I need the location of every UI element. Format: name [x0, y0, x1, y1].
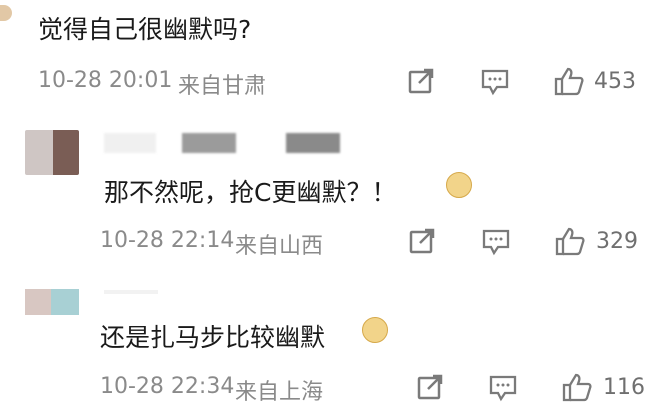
- comment-text: 那不然呢，抢C更幽默？！: [104, 178, 397, 207]
- share-icon[interactable]: [408, 227, 436, 255]
- like-count: 329: [596, 229, 638, 254]
- comment-time: 10-28 20:01: [38, 68, 173, 93]
- comment-time: 10-28 22:14: [100, 228, 235, 253]
- doge-emoji-icon: [446, 172, 472, 198]
- comment-text: 觉得自己很幽默吗?: [38, 15, 252, 44]
- thumbs-up-icon[interactable]: [561, 372, 593, 402]
- comment-location: 来自甘肃: [178, 74, 267, 99]
- comment-icon[interactable]: [488, 373, 518, 403]
- comment-time: 10-28 22:34: [100, 374, 235, 399]
- username-blur: [104, 290, 158, 294]
- like-count: 116: [603, 375, 645, 400]
- comment-location: 来自上海: [235, 380, 324, 405]
- avatar[interactable]: [25, 130, 79, 175]
- comment-icon[interactable]: [481, 227, 511, 257]
- thumbs-up-icon[interactable]: [554, 226, 586, 256]
- doge-emoji-icon: [362, 317, 388, 343]
- share-icon[interactable]: [416, 373, 444, 401]
- comment-text: 还是扎马步比较幽默: [100, 323, 326, 352]
- avatar-fragment: [0, 5, 12, 21]
- comment-location: 来自山西: [235, 234, 324, 259]
- thumbs-up-icon[interactable]: [553, 66, 585, 96]
- share-icon[interactable]: [407, 67, 435, 95]
- username-blur: [104, 133, 156, 153]
- comment-icon[interactable]: [480, 67, 510, 97]
- username-blur: [286, 133, 340, 153]
- like-count: 453: [594, 69, 636, 94]
- avatar[interactable]: [25, 289, 79, 315]
- username-blur: [182, 133, 236, 153]
